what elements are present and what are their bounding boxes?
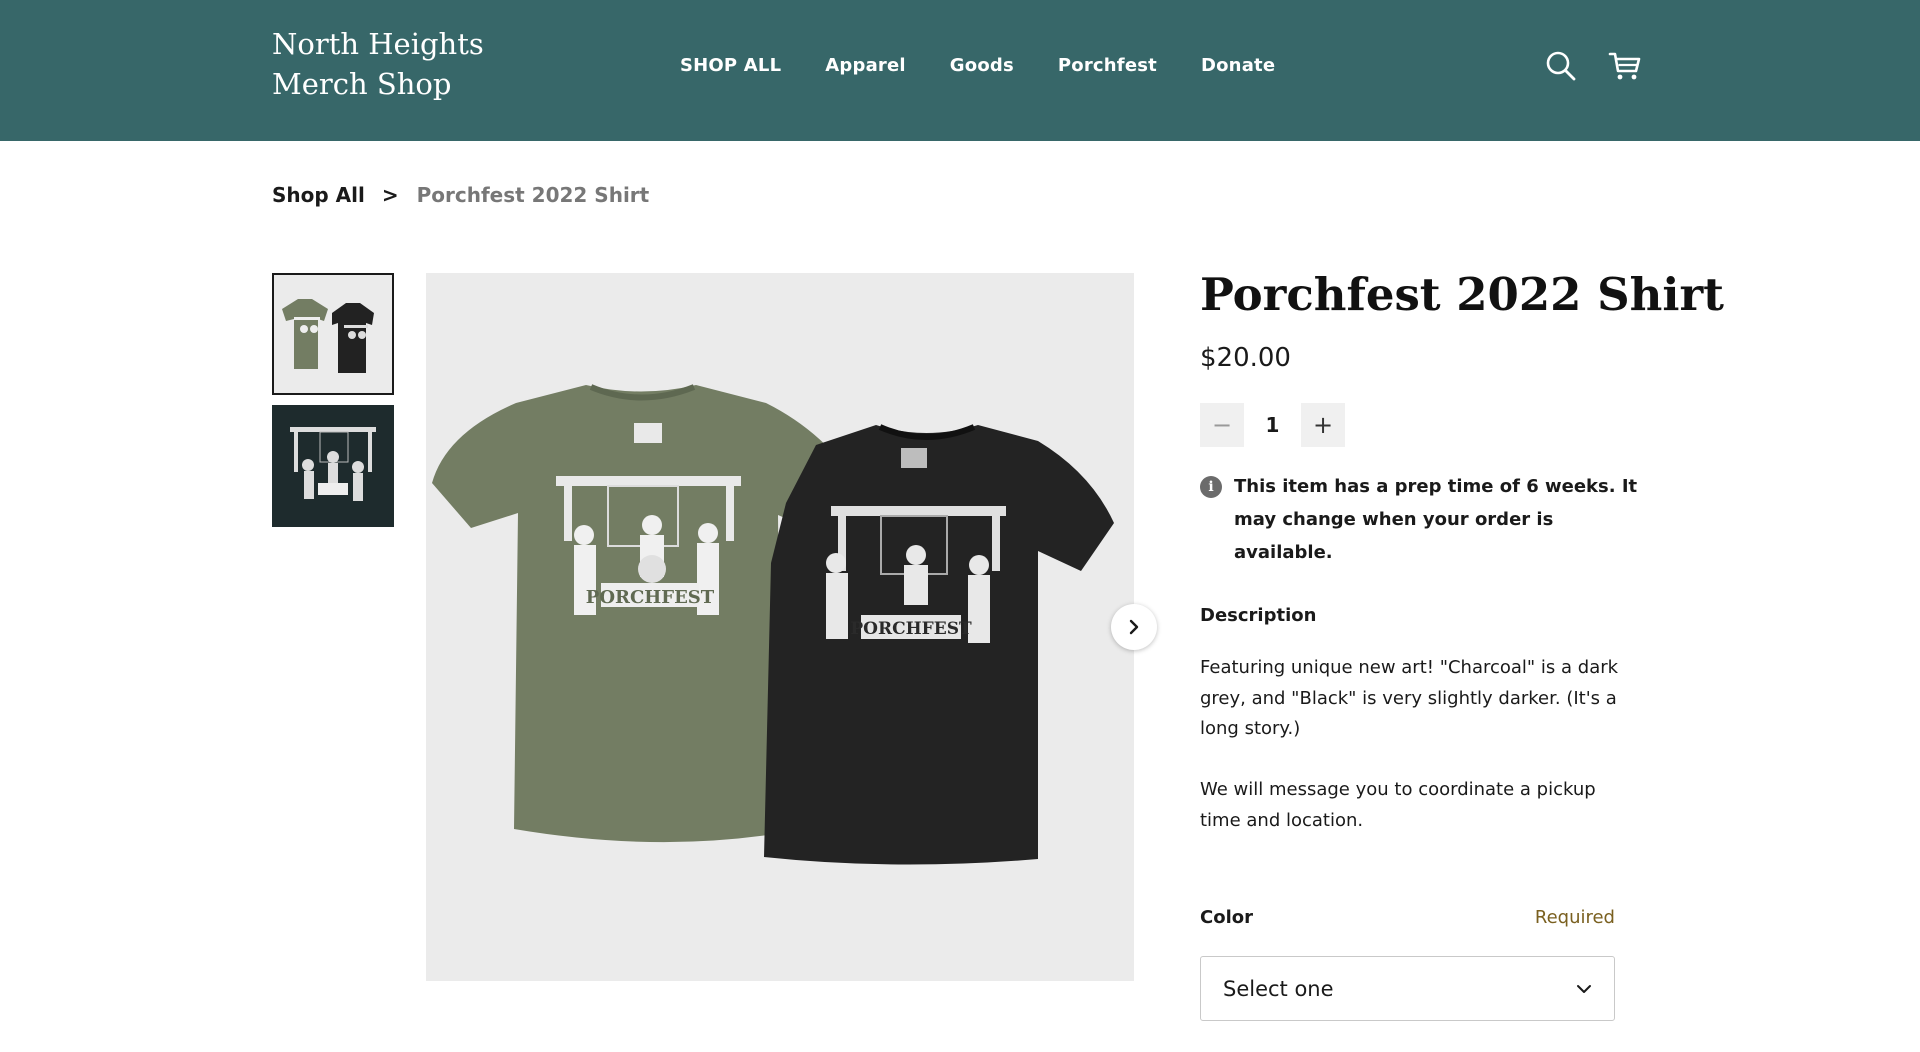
breadcrumb-shop-all[interactable]: Shop All — [272, 183, 365, 207]
product-title: Porchfest 2022 Shirt — [1200, 268, 1724, 321]
breadcrumb: Shop All > Porchfest 2022 Shirt — [272, 183, 649, 207]
logo-line-1: North Heights — [272, 27, 484, 61]
quantity-decrease-button[interactable]: − — [1200, 403, 1244, 447]
main-nav: SHOP ALL Apparel Goods Porchfest Donate — [680, 55, 1319, 76]
description-heading: Description — [1200, 605, 1317, 626]
site-logo[interactable]: North Heights Merch Shop — [272, 24, 484, 104]
logo-line-2: Merch Shop — [272, 67, 452, 101]
site-header: North Heights Merch Shop SHOP ALL Appare… — [0, 0, 1920, 141]
quantity-stepper: − 1 + — [1200, 403, 1345, 447]
quantity-increase-button[interactable]: + — [1301, 403, 1345, 447]
cart-icon[interactable] — [1608, 50, 1641, 82]
description-paragraph-1: Featuring unique new art! "Charcoal" is … — [1200, 657, 1619, 739]
nav-apparel[interactable]: Apparel — [825, 55, 906, 76]
color-select[interactable]: Select one — [1200, 956, 1615, 1021]
chevron-down-icon — [1577, 984, 1591, 993]
nav-shop-all[interactable]: SHOP ALL — [680, 55, 781, 76]
color-label: Color — [1200, 907, 1253, 928]
chevron-right-icon — [1129, 619, 1139, 635]
thumbnail-shirt-art[interactable] — [272, 405, 394, 527]
color-required-label: Required — [1534, 907, 1615, 928]
main-product-image: PORCHFEST PORCHFEST — [426, 273, 1134, 981]
svg-text:PORCHFEST: PORCHFEST — [586, 587, 715, 608]
svg-text:PORCHFEST: PORCHFEST — [850, 619, 972, 639]
quantity-value[interactable]: 1 — [1244, 413, 1301, 437]
nav-donate[interactable]: Donate — [1201, 55, 1275, 76]
next-image-button[interactable] — [1111, 604, 1157, 650]
search-icon[interactable] — [1545, 50, 1577, 82]
thumbnail-shirts-both[interactable] — [272, 273, 394, 395]
nav-goods[interactable]: Goods — [950, 55, 1014, 76]
breadcrumb-current: Porchfest 2022 Shirt — [416, 183, 650, 207]
prep-time-text: This item has a prep time of 6 weeks. It… — [1234, 476, 1638, 563]
breadcrumb-separator: > — [381, 183, 399, 207]
info-icon: i — [1200, 476, 1222, 498]
nav-porchfest[interactable]: Porchfest — [1058, 55, 1157, 76]
color-select-value: Select one — [1223, 976, 1334, 1001]
prep-time-notice: i This item has a prep time of 6 weeks. … — [1200, 470, 1654, 569]
product-price: $20.00 — [1200, 343, 1291, 373]
description-paragraph-2: We will message you to coordinate a pick… — [1200, 779, 1596, 831]
